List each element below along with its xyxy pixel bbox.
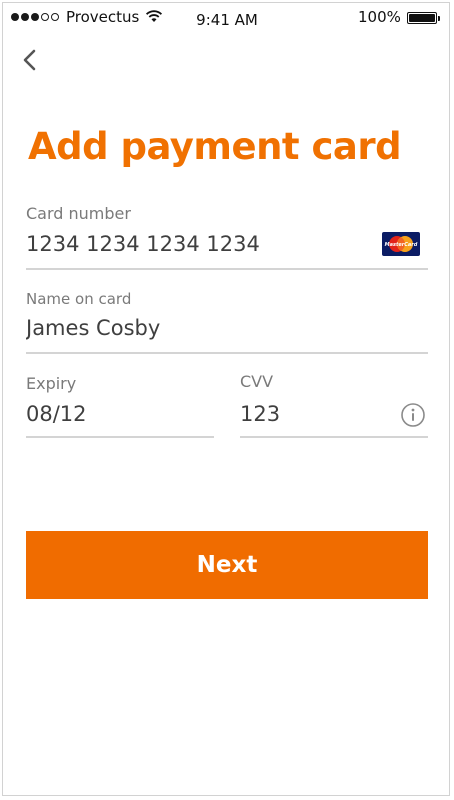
name-on-card-underline — [26, 352, 428, 354]
card-number-input[interactable] — [26, 232, 366, 256]
cvv-field: CVV — [240, 372, 428, 440]
next-button[interactable]: Next — [26, 531, 428, 599]
battery-fill — [409, 14, 435, 22]
card-number-field: Card number MasterCard — [26, 202, 428, 272]
expiry-field: Expiry — [26, 374, 214, 440]
expiry-label: Expiry — [26, 374, 77, 393]
mastercard-icon: MasterCard — [382, 232, 420, 256]
battery-percent: 100% — [358, 8, 401, 26]
battery-nub — [438, 16, 440, 21]
battery-icon — [407, 12, 440, 24]
chevron-left-icon — [23, 49, 36, 71]
cvv-underline — [240, 436, 428, 438]
status-bar: Provectus 9:41 AM 100% — [0, 0, 454, 36]
name-on-card-input[interactable] — [26, 316, 406, 340]
page-title: Add payment card — [28, 125, 402, 168]
name-on-card-label: Name on card — [26, 290, 132, 308]
card-number-label: Card number — [26, 204, 131, 223]
info-icon[interactable] — [400, 402, 426, 428]
back-button[interactable] — [16, 46, 46, 76]
name-on-card-field: Name on card — [26, 290, 428, 356]
card-number-underline — [26, 268, 428, 270]
expiry-input[interactable] — [26, 402, 206, 426]
card-brand-text: MasterCard — [385, 242, 418, 248]
expiry-underline — [26, 436, 214, 438]
cvv-input[interactable] — [240, 402, 380, 426]
cvv-label: CVV — [240, 372, 274, 391]
